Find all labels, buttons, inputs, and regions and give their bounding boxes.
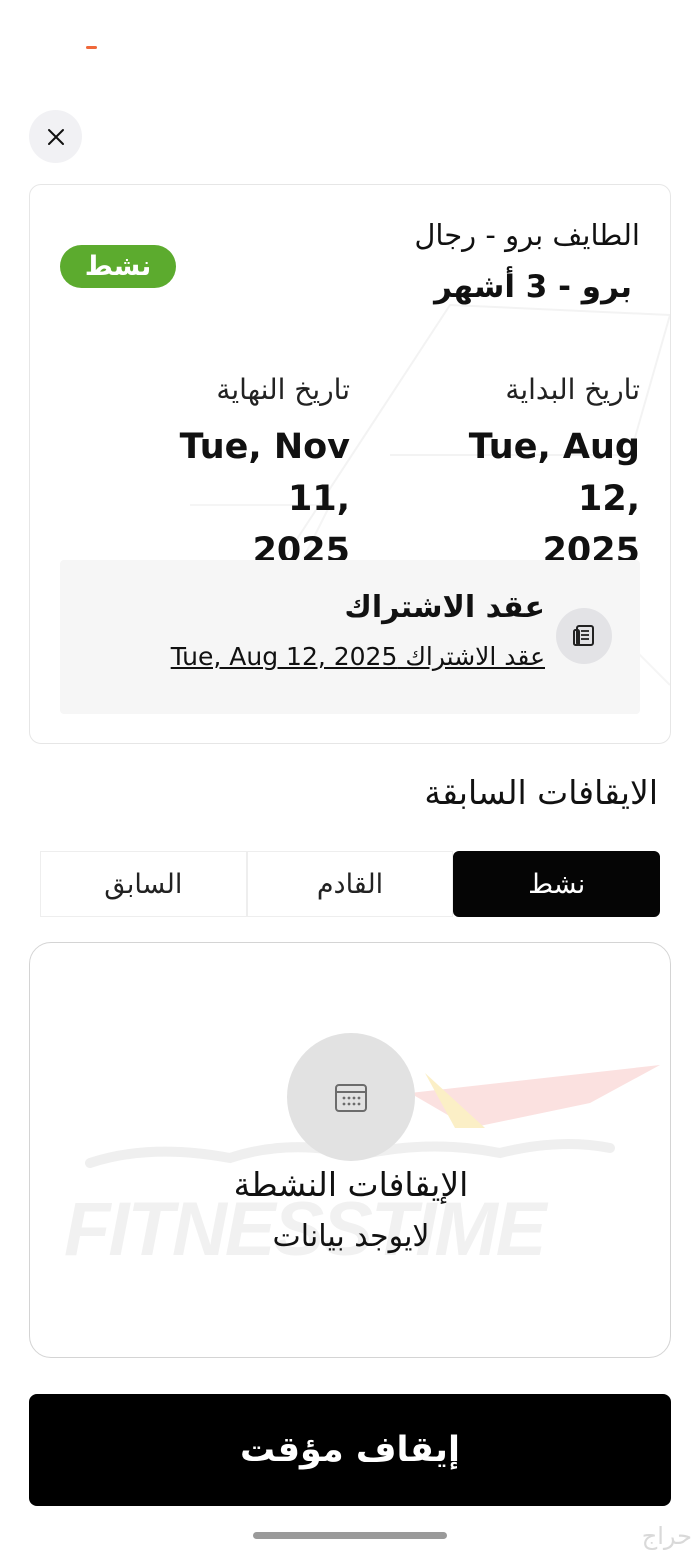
start-date-label: تاريخ البداية [505, 373, 640, 406]
freeze-tabs: السابق القادم نشط [40, 851, 661, 917]
close-button[interactable] [29, 110, 82, 163]
contract-icon-wrap [556, 608, 612, 664]
status-badge: نشط [60, 245, 176, 288]
end-date-value: Tue, Nov 11, 2025 [110, 421, 350, 577]
close-icon [47, 128, 64, 145]
empty-state-card: FITNESSTIME الإيقافات النشطة لايوجد بيان… [29, 942, 671, 1358]
empty-state-icon-wrap [287, 1033, 415, 1161]
plan-name: برو - 3 أشهر [434, 269, 632, 305]
contract-link[interactable]: عقد الاشتراك Tue, Aug 12, 2025 [171, 642, 545, 671]
contract-title: عقد الاشتراك [344, 590, 545, 625]
pause-button[interactable]: إيقاف مؤقت [29, 1394, 671, 1506]
start-date-line1: Tue, Aug 12, [468, 427, 640, 519]
end-date-label: تاريخ النهاية [216, 373, 350, 406]
tab-upcoming[interactable]: القادم [246, 851, 454, 917]
document-icon [573, 625, 594, 646]
home-indicator [253, 1532, 447, 1539]
start-date-value: Tue, Aug 12, 2025 [400, 421, 640, 577]
tab-previous[interactable]: السابق [40, 851, 247, 917]
end-date-line1: Tue, Nov 11, [179, 427, 350, 519]
accent-dash [86, 46, 97, 49]
empty-state-title: الإيقافات النشطة [233, 1165, 469, 1204]
empty-state-subtitle: لايوجد بيانات [272, 1219, 430, 1254]
corner-watermark: حراج [641, 1522, 692, 1550]
club-name: الطايف برو - رجال [414, 218, 640, 252]
subscription-card: نشط الطايف برو - رجال برو - 3 أشهر تاريخ… [29, 184, 671, 744]
contract-section: عقد الاشتراك عقد الاشتراك Tue, Aug 12, 2… [60, 560, 640, 714]
tab-active[interactable]: نشط [453, 851, 661, 917]
freezes-section-title: الايقافات السابقة [424, 773, 658, 812]
calendar-icon [335, 1084, 367, 1112]
